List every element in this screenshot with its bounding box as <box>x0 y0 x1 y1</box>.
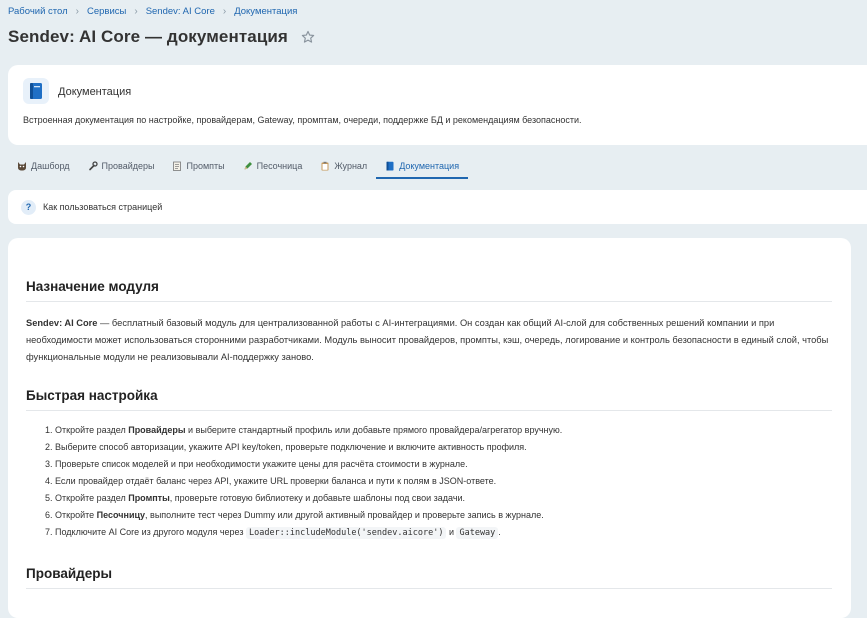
purpose-paragraph: Sendev: AI Core — бесплатный базовый мод… <box>26 315 841 366</box>
breadcrumb-docs[interactable]: Документация <box>234 6 297 17</box>
section-heading-providers: Провайдеры <box>26 566 112 581</box>
list-item: 2. Выберите способ авторизации, укажите … <box>45 442 527 452</box>
purpose-text: — бесплатный базовый модуль для централи… <box>26 318 829 362</box>
quick-setup-list: 1. Откройте раздел Провайдеры и выберите… <box>45 422 562 541</box>
page-title: Sendev: AI Core — документация <box>8 27 288 46</box>
list-item: 3. Проверьте список моделей и при необхо… <box>45 459 468 469</box>
breadcrumb: Рабочий стол › Сервисы › Sendev: AI Core… <box>8 6 297 17</box>
section-divider <box>26 301 832 302</box>
star-icon[interactable] <box>301 30 315 44</box>
question-icon: ? <box>21 199 36 215</box>
tab-label: Промпты <box>186 161 225 171</box>
tab-label: Песочница <box>256 161 303 171</box>
tab-sandbox[interactable]: Песочница <box>234 155 312 177</box>
book-icon <box>23 78 49 104</box>
section-heading-purpose: Назначение модуля <box>26 279 159 294</box>
list-item: 1. Откройте раздел Провайдеры и выберите… <box>45 425 563 435</box>
header-card: Документация Встроенная документация по … <box>8 65 867 145</box>
tab-dashboard[interactable]: Дашборд <box>8 155 79 177</box>
section-divider <box>26 588 832 589</box>
breadcrumb-module[interactable]: Sendev: AI Core <box>146 6 215 17</box>
title-row: Sendev: AI Core — документация <box>8 27 315 47</box>
breadcrumb-services[interactable]: Сервисы <box>87 6 126 17</box>
breadcrumb-desktop[interactable]: Рабочий стол <box>8 6 68 17</box>
breadcrumb-separator: › <box>75 6 79 17</box>
list-item: 7. Подключите AI Core из другого модуля … <box>45 527 501 539</box>
tab-documentation[interactable]: Документация <box>376 155 468 179</box>
pencil-icon <box>243 161 253 171</box>
module-name-strong: Sendev: AI Core <box>26 318 98 328</box>
tab-bar: Дашборд Провайдеры Промпты Песочница Жур… <box>8 155 468 179</box>
clipboard-icon <box>320 161 330 171</box>
list-item: 6. Откройте Песочницу, выполните тест че… <box>45 510 544 520</box>
tab-providers[interactable]: Провайдеры <box>79 155 164 177</box>
tab-prompts[interactable]: Промпты <box>163 155 233 177</box>
inline-code: Loader::includeModule('sendev.aicore') <box>245 527 447 539</box>
list-item: 4. Если провайдер отдаёт баланс через AP… <box>45 476 497 486</box>
header-description: Встроенная документация по настройке, пр… <box>23 115 582 125</box>
memo-icon <box>172 161 182 171</box>
documentation-content: Назначение модуля Sendev: AI Core — бесп… <box>8 238 851 618</box>
breadcrumb-separator: › <box>134 6 138 17</box>
header-title: Документация <box>58 86 132 98</box>
book-icon <box>385 161 395 171</box>
breadcrumb-separator: › <box>222 6 227 17</box>
inline-code: Gateway <box>456 527 499 539</box>
tab-journal[interactable]: Журнал <box>311 155 376 177</box>
cat-icon <box>17 161 27 171</box>
tab-label: Документация <box>399 161 460 171</box>
help-label: Как пользоваться страницей <box>43 202 163 212</box>
help-toggle[interactable]: ? Как пользоваться страницей <box>8 190 867 224</box>
section-heading-quick-setup: Быстрая настройка <box>26 388 158 403</box>
tab-label: Журнал <box>334 161 368 171</box>
wrench-icon <box>88 161 98 171</box>
section-divider <box>26 410 832 411</box>
list-item: 5. Откройте раздел Промпты, проверьте го… <box>45 493 466 503</box>
tab-label: Дашборд <box>31 161 70 171</box>
tab-label: Провайдеры <box>101 161 155 171</box>
